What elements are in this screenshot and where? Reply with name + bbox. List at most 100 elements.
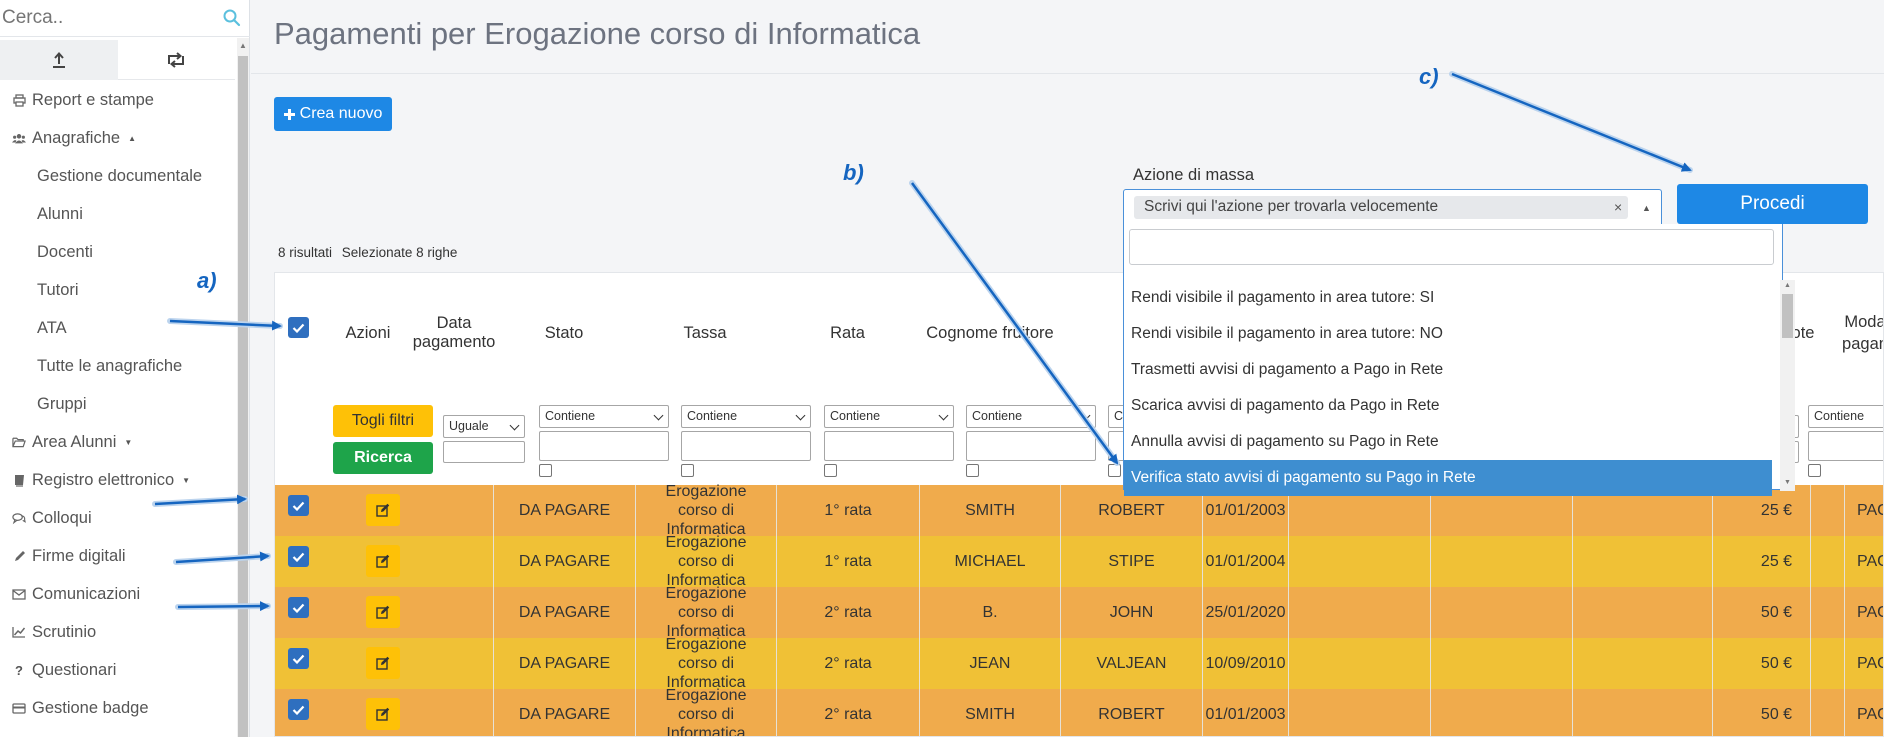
sidebar-search — [0, 0, 250, 37]
cell-cognome: SMITH — [920, 485, 1061, 536]
edit-button[interactable] — [366, 545, 400, 577]
filter-cognome-checkbox[interactable] — [966, 464, 979, 477]
cell-cognome: MICHAEL — [920, 536, 1061, 587]
menu-label: Tutori — [37, 280, 79, 299]
menu-label: Report e stampe — [32, 90, 154, 109]
table-row[interactable]: DA PAGARE Erogazione corso di Informatic… — [275, 687, 1883, 736]
check-icon — [292, 501, 305, 511]
menu-item-anagrafiche[interactable]: Anagrafiche ▲ — [0, 119, 235, 157]
caret-up-icon[interactable]: ▲ — [1642, 203, 1651, 213]
menu-item-badge[interactable]: Gestione badge — [0, 689, 235, 727]
filter-modalita-select[interactable]: Contiene — [1808, 405, 1883, 428]
filter-stato-select[interactable]: Contiene — [539, 405, 669, 428]
check-icon — [292, 603, 305, 613]
menu-item-comunicazioni[interactable]: Comunicazioni — [0, 575, 235, 613]
edit-button[interactable] — [366, 494, 400, 526]
filter-select-value: Contiene — [830, 409, 881, 423]
cell-nome: VALJEAN — [1061, 638, 1203, 689]
filter-stato-input[interactable] — [539, 431, 669, 461]
filter-nome-checkbox[interactable] — [1108, 464, 1121, 477]
dropdown-scrollbar[interactable]: ▲ ▼ — [1780, 280, 1795, 491]
chevron-down-icon — [653, 410, 664, 421]
scroll-down-icon[interactable]: ▼ — [1784, 479, 1791, 486]
dropdown-option[interactable]: Rendi visibile il pagamento in area tuto… — [1124, 316, 1772, 352]
table-row[interactable]: DA PAGARE Erogazione corso di Informatic… — [275, 636, 1883, 691]
header-modalita[interactable]: Moda pagan — [1835, 273, 1883, 393]
tab-retweet[interactable] — [117, 40, 235, 80]
scroll-up-icon[interactable]: ▲ — [239, 41, 247, 50]
filter-modalita-checkbox[interactable] — [1808, 464, 1821, 477]
edit-button[interactable] — [366, 647, 400, 679]
select-all-checkbox[interactable] — [288, 317, 309, 338]
dropdown-scroll-thumb[interactable] — [1782, 294, 1793, 338]
filter-modalita-input[interactable] — [1808, 431, 1883, 461]
menu-item-ata[interactable]: ATA — [0, 309, 235, 347]
dropdown-option[interactable]: Annulla avvisi di pagamento su Pago in R… — [1124, 424, 1772, 460]
filter-stato-checkbox[interactable] — [539, 464, 552, 477]
filter-data-select[interactable]: Uguale — [443, 415, 525, 438]
cell-cognome: B. — [920, 587, 1061, 638]
search-button[interactable]: Ricerca — [333, 442, 433, 474]
dropdown-option[interactable]: Rendi visibile il pagamento in area tuto… — [1124, 280, 1772, 316]
menu-item-gruppi[interactable]: Gruppi — [0, 385, 235, 423]
tab-pin[interactable] — [0, 40, 118, 80]
mass-action-chip: Scrivi qui l'azione per trovarla velocem… — [1134, 196, 1628, 219]
create-new-button[interactable]: Crea nuovo — [274, 97, 392, 131]
search-icon[interactable] — [222, 8, 242, 28]
menu-item-docenti[interactable]: Docenti — [0, 233, 235, 271]
filter-cognome-select[interactable]: Contiene — [966, 405, 1096, 428]
sidebar-scrollbar[interactable]: ▲ — [237, 38, 249, 737]
menu-item-scrutinio[interactable]: Scrutinio — [0, 613, 235, 651]
filter-rata-checkbox[interactable] — [824, 464, 837, 477]
cell-empty — [1573, 689, 1713, 736]
menu-item-report[interactable]: Report e stampe — [0, 81, 235, 119]
row-checkbox[interactable] — [288, 699, 309, 720]
clear-filters-button[interactable]: Togli filtri — [333, 405, 433, 437]
row-checkbox[interactable] — [288, 597, 309, 618]
menu-item-questionari[interactable]: ? Questionari — [0, 651, 235, 689]
menu-item-firme[interactable]: Firme digitali — [0, 537, 235, 575]
menu-item-area-alunni[interactable]: Area Alunni ▼ — [0, 423, 235, 461]
dropdown-option[interactable]: Scarica avvisi di pagamento da Pago in R… — [1124, 388, 1772, 424]
dropdown-search-input[interactable] — [1129, 229, 1774, 265]
header-cognome[interactable]: Cognome fruitore — [920, 273, 1060, 393]
filter-tassa-input[interactable] — [681, 431, 811, 461]
sidebar-scroll-thumb[interactable] — [238, 56, 248, 737]
mass-action-select[interactable]: Scrivi qui l'azione per trovarla velocem… — [1123, 189, 1662, 224]
edit-icon — [376, 707, 390, 721]
book-icon — [12, 473, 26, 487]
row-checkbox[interactable] — [288, 546, 309, 567]
edit-button[interactable] — [366, 596, 400, 628]
table-row[interactable]: DA PAGARE Erogazione corso di Informatic… — [275, 585, 1883, 640]
filter-rata-select[interactable]: Contiene — [824, 405, 954, 428]
row-checkbox[interactable] — [288, 495, 309, 516]
filter-select-value: C — [1114, 409, 1124, 423]
filter-cognome-input[interactable] — [966, 431, 1096, 461]
filter-tassa-select[interactable]: Contiene — [681, 405, 811, 428]
procedi-button[interactable]: Procedi — [1677, 184, 1868, 224]
edit-button[interactable] — [366, 698, 400, 730]
menu-item-gestione-documentale[interactable]: Gestione documentale — [0, 157, 235, 195]
menu-item-colloqui[interactable]: Colloqui — [0, 499, 235, 537]
cell-modalita: PAGO — [1857, 654, 1883, 672]
dropdown-option-highlighted[interactable]: Verifica stato avvisi di pagamento su Pa… — [1124, 460, 1772, 496]
clear-icon[interactable]: × — [1614, 199, 1622, 215]
table-row[interactable]: DA PAGARE Erogazione corso di Informatic… — [275, 534, 1883, 589]
menu-item-registro[interactable]: Registro elettronico ▼ — [0, 461, 235, 499]
filter-tassa-checkbox[interactable] — [681, 464, 694, 477]
sidebar-search-input[interactable] — [0, 0, 220, 36]
menu-item-tutte-anagrafiche[interactable]: Tutte le anagrafiche — [0, 347, 235, 385]
filter-rata-input[interactable] — [824, 431, 954, 461]
header-data-pagamento[interactable]: Data pagamento — [413, 273, 496, 393]
cell-nome: JOHN — [1061, 587, 1203, 638]
scroll-up-icon[interactable]: ▲ — [1784, 282, 1791, 289]
row-checkbox[interactable] — [288, 648, 309, 669]
header-stato[interactable]: Stato — [493, 273, 635, 393]
menu-item-alunni[interactable]: Alunni — [0, 195, 235, 233]
cell-empty — [1289, 689, 1431, 736]
dropdown-option[interactable]: Trasmetti avvisi di pagamento a Pago in … — [1124, 352, 1772, 388]
filter-data-input[interactable] — [443, 441, 525, 463]
filter-select-value: Contiene — [972, 409, 1023, 423]
header-tassa[interactable]: Tassa — [635, 273, 775, 393]
header-rata[interactable]: Rata — [777, 273, 918, 393]
